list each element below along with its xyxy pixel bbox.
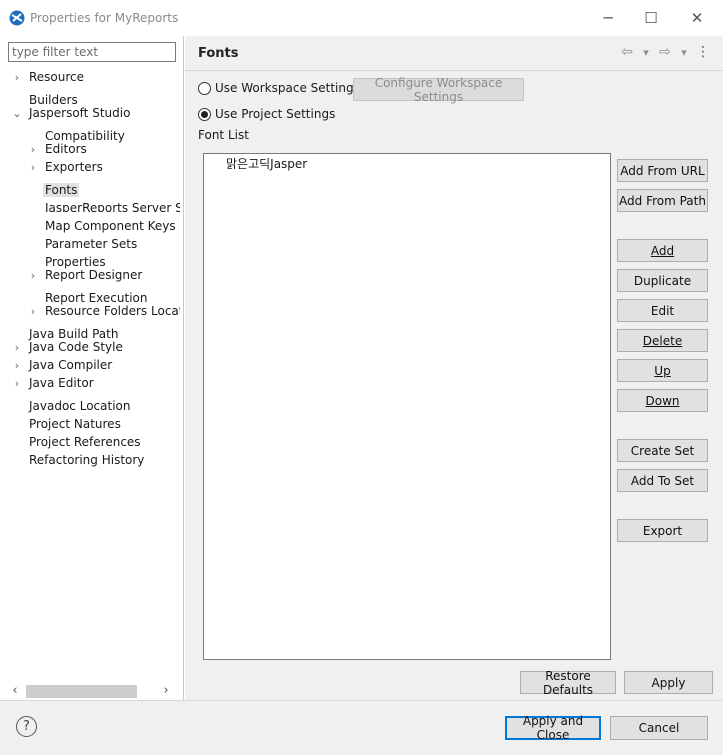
forward-arrow-icon[interactable]: ⇨: [657, 44, 673, 60]
page-title: Fonts: [198, 46, 239, 61]
help-icon[interactable]: ?: [16, 716, 37, 737]
tree-item-report-designer[interactable]: › Report Designer: [12, 266, 180, 284]
scrollbar-thumb[interactable]: [26, 685, 137, 698]
chevron-right-icon[interactable]: ›: [12, 357, 22, 375]
add-from-url-button[interactable]: Add From URL: [617, 159, 708, 182]
minimize-button[interactable]: ─: [596, 8, 620, 28]
tree-item-refactoring-history[interactable]: Refactoring History: [12, 446, 180, 467]
apply-button[interactable]: Apply: [624, 671, 713, 694]
delete-button[interactable]: Delete: [617, 329, 708, 352]
up-button[interactable]: Up: [617, 359, 708, 382]
back-menu-icon[interactable]: ▾: [638, 46, 654, 59]
chevron-right-icon[interactable]: ›: [28, 267, 38, 285]
maximize-button[interactable]: ☐: [639, 8, 663, 28]
chevron-right-icon[interactable]: ›: [12, 339, 22, 357]
tree-item-compatibility[interactable]: Compatibility: [12, 122, 180, 143]
export-button[interactable]: Export: [617, 519, 708, 542]
edit-button[interactable]: Edit: [617, 299, 708, 322]
scroll-left-icon[interactable]: ‹: [8, 684, 22, 698]
property-tree: › Resource Builders ⌄ Jaspersoft Studio Co…: [12, 68, 180, 467]
down-button[interactable]: Down: [617, 389, 708, 412]
chevron-down-icon[interactable]: ⌄: [12, 105, 22, 123]
chevron-right-icon[interactable]: ›: [12, 69, 22, 87]
configure-workspace-settings-button[interactable]: Configure Workspace Settings: [353, 76, 524, 104]
tree-item-jasperreports-server-settings[interactable]: JasperReports Server Set: [12, 194, 180, 212]
tree-item-project-references[interactable]: Project References: [12, 428, 180, 449]
add-to-set-button[interactable]: Add To Set: [617, 469, 708, 492]
tree-item-jaspersoft-studio[interactable]: ⌄ Jaspersoft Studio: [12, 104, 180, 122]
window-title: Properties for MyReports: [30, 11, 179, 25]
font-list[interactable]: [203, 153, 611, 660]
scroll-right-icon[interactable]: ›: [159, 684, 173, 698]
tree-item-java-code-style[interactable]: › Java Code Style: [12, 338, 180, 356]
close-button[interactable]: ✕: [685, 8, 709, 28]
use-workspace-settings-radio[interactable]: Use Workspace Settings: [198, 81, 360, 95]
tree-item-java-editor[interactable]: › Java Editor: [12, 374, 180, 392]
apply-and-close-button[interactable]: Apply and Close: [505, 714, 601, 742]
duplicate-button[interactable]: Duplicate: [617, 269, 708, 292]
tree-item-builders[interactable]: Builders: [12, 86, 180, 107]
chevron-right-icon[interactable]: ›: [28, 159, 38, 177]
tree-item-project-natures[interactable]: Project Natures: [12, 410, 180, 431]
chevron-right-icon[interactable]: ›: [12, 375, 22, 393]
back-arrow-icon[interactable]: ⇦: [619, 44, 635, 60]
radio-checked-icon[interactable]: [198, 107, 211, 121]
tree-item-exporters[interactable]: › Exporters: [12, 158, 180, 176]
chevron-right-icon[interactable]: ›: [28, 141, 38, 159]
tree-item-resource[interactable]: › Resource: [12, 68, 180, 86]
filter-input[interactable]: [8, 42, 176, 62]
tree-item-java-build-path[interactable]: Java Build Path: [12, 320, 180, 341]
radio-unchecked-icon[interactable]: [198, 81, 211, 95]
tree-item-fonts[interactable]: Fonts: [12, 176, 180, 197]
cancel-button[interactable]: Cancel: [610, 716, 708, 740]
view-menu-icon[interactable]: ⋮: [695, 44, 711, 60]
use-project-settings-radio[interactable]: Use Project Settings: [198, 107, 335, 121]
chevron-right-icon[interactable]: ›: [28, 303, 38, 320]
tree-item-resource-folders-location[interactable]: › Resource Folders Locatic: [12, 302, 180, 320]
tree-item-report-execution[interactable]: Report Execution: [12, 284, 180, 305]
restore-defaults-button[interactable]: Restore Defaults: [520, 669, 616, 697]
tree-item-java-compiler[interactable]: › Java Compiler: [12, 356, 180, 374]
list-item[interactable]: 맑은고딕Jasper: [226, 155, 307, 172]
tree-item-map-component-keys[interactable]: Map Component Keys: [12, 212, 180, 233]
forward-menu-icon[interactable]: ▾: [676, 46, 692, 59]
tree-item-javadoc-location[interactable]: Javadoc Location: [12, 392, 180, 413]
jaspersoft-app-icon: [9, 10, 25, 26]
add-button[interactable]: Add: [617, 239, 708, 262]
add-from-path-button[interactable]: Add From Path: [617, 189, 708, 212]
create-set-button[interactable]: Create Set: [617, 439, 708, 462]
tree-item-properties[interactable]: Properties: [12, 248, 180, 269]
font-list-label: Font List: [198, 128, 249, 142]
